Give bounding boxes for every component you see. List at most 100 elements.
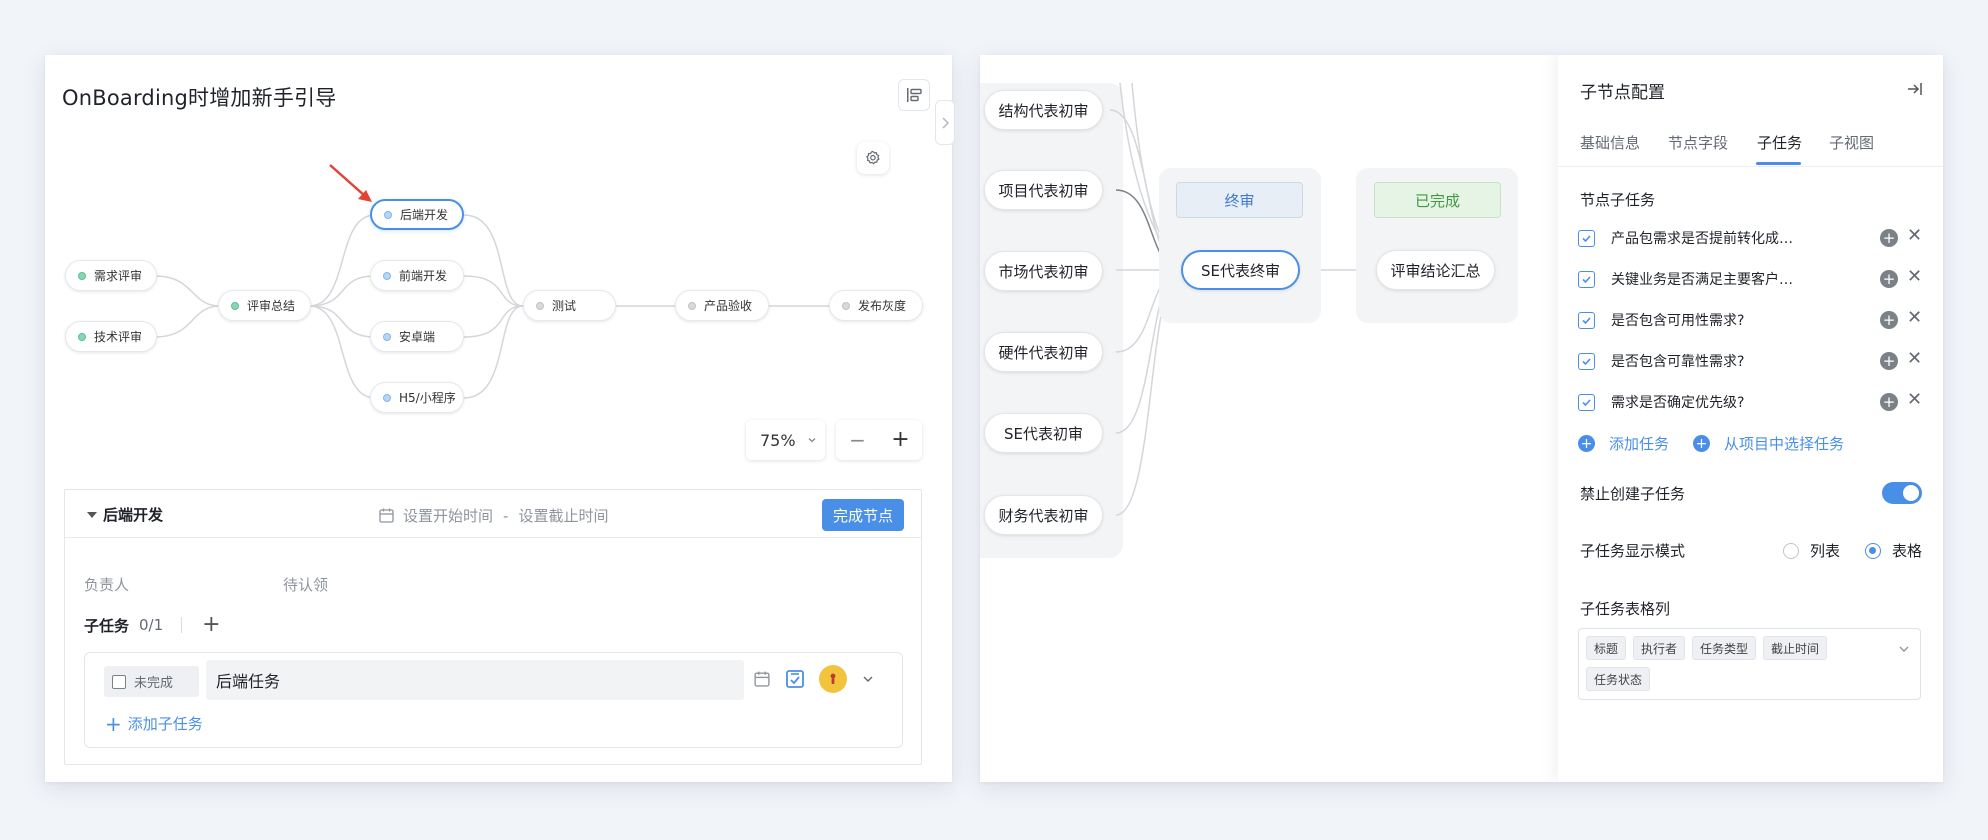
final-review-node[interactable]: SE代表终审 [1181, 250, 1300, 290]
add-below-button[interactable]: + [1880, 229, 1898, 247]
remove-task-button[interactable]: ✕ [1907, 227, 1922, 245]
tab-basic-info[interactable]: 基础信息 [1580, 132, 1640, 153]
task-title: 产品包需求是否提前转化成了设计需求 [1611, 231, 1804, 247]
calendar-icon [379, 508, 394, 523]
radio-list-label[interactable]: 列表 [1810, 540, 1840, 561]
subtask-actions [753, 665, 889, 693]
complete-node-button[interactable]: 完成节点 [822, 499, 904, 531]
reviewer-node-finance[interactable]: 财务代表初审 [984, 495, 1103, 535]
chevron-down-icon [1899, 646, 1909, 652]
node-detail-panel: 后端开发 设置开始时间 - 设置截止时间 完成节点 负责人 待认领 子任务 0/… [64, 489, 922, 765]
summary-node[interactable]: 评审结论汇总 [1376, 250, 1495, 290]
avatar[interactable] [819, 665, 847, 693]
close-drawer-button[interactable] [1903, 77, 1927, 101]
zoom-controls: − + [836, 420, 922, 460]
remove-task-button[interactable]: ✕ [1907, 350, 1922, 368]
remove-task-button[interactable]: ✕ [1907, 391, 1922, 409]
subtask-label: 子任务 [84, 616, 130, 635]
flow-node-backend[interactable]: 后端开发 [370, 199, 464, 230]
zoom-select[interactable]: 75% [746, 420, 825, 460]
table-columns-select[interactable]: 标题 执行者 任务类型 截止时间 任务状态 [1578, 628, 1921, 700]
flow-node-release[interactable]: 发布灰度 [829, 290, 923, 321]
task-title: 是否包含可用性需求? [1611, 313, 1745, 329]
flow-node-android[interactable]: 安卓端 [370, 321, 464, 352]
subtask-count: 0/1 [139, 616, 164, 634]
add-below-button[interactable]: + [1880, 393, 1898, 411]
radio-list[interactable] [1783, 542, 1799, 559]
stage-done-label: 已完成 [1374, 182, 1501, 218]
date-range-picker[interactable]: 设置开始时间 - 设置截止时间 [378, 505, 608, 526]
divider [181, 617, 183, 633]
add-task-link[interactable]: 添加任务 [1609, 433, 1669, 454]
node-label: 安卓端 [399, 330, 436, 344]
flow-node-product-accept[interactable]: 产品验收 [675, 290, 769, 321]
status-dot [383, 332, 391, 341]
plus-circle-icon: + [1693, 435, 1711, 452]
review-flow-panel: 结构代表初审 项目代表初审 市场代表初审 硬件代表初审 SE代表初审 财务代表初… [980, 55, 1943, 782]
flow-node-test[interactable]: 测试 [523, 290, 616, 321]
config-title: 子节点配置 [1580, 83, 1665, 103]
config-task-row: 关键业务是否满足主要客户提出的需求 + ✕ [1578, 265, 1923, 293]
reviewer-node-project[interactable]: 项目代表初审 [984, 170, 1103, 210]
node-detail-header: 后端开发 设置开始时间 - 设置截止时间 完成节点 [65, 490, 921, 538]
task-type-icon[interactable] [785, 669, 805, 689]
flow-node-frontend[interactable]: 前端开发 [370, 260, 464, 291]
calendar-icon[interactable] [753, 670, 771, 688]
reviewer-node-hardware[interactable]: 硬件代表初审 [984, 332, 1103, 372]
column-tag: 任务状态 [1586, 667, 1651, 691]
task-title: 需求是否确定优先级? [1611, 395, 1745, 411]
owner-value[interactable]: 待认领 [283, 574, 328, 595]
add-subtask-icon-button[interactable]: + [202, 614, 220, 636]
radio-table[interactable] [1865, 542, 1882, 559]
flow-node-review-summary[interactable]: 评审总结 [218, 290, 311, 321]
column-tag: 执行者 [1633, 636, 1686, 660]
tab-node-fields[interactable]: 节点字段 [1668, 132, 1728, 153]
add-below-button[interactable]: + [1880, 270, 1898, 288]
collapse-right-icon [1908, 83, 1922, 95]
remove-task-button[interactable]: ✕ [1907, 268, 1922, 286]
zoom-out-button[interactable]: − [838, 430, 878, 450]
add-below-button[interactable]: + [1880, 352, 1898, 370]
node-label: 技术评审 [94, 330, 143, 344]
workflow-editor-panel: OnBoarding时增加新手引导 需求评审 技术评审 评审总结 后端开发 前端… [45, 55, 955, 782]
task-checkbox-icon [1578, 352, 1595, 370]
radio-table-label[interactable]: 表格 [1892, 540, 1922, 561]
config-tabs: 基础信息 节点字段 子任务 子视图 [1558, 115, 1943, 167]
node-label: 评审总结 [247, 299, 296, 313]
status-dot [78, 332, 86, 341]
flow-node-tech-review[interactable]: 技术评审 [65, 321, 157, 352]
reviewer-node-structure[interactable]: 结构代表初审 [984, 90, 1103, 130]
status-dot [536, 301, 544, 310]
checkbox-icon [112, 674, 126, 689]
plus-circle-icon: + [1578, 435, 1595, 452]
red-arrow-annotation [329, 164, 372, 202]
task-title: 是否包含可靠性需求? [1611, 354, 1745, 370]
subtask-status-toggle[interactable]: 未完成 [104, 666, 199, 697]
node-detail-title[interactable]: 后端开发 [87, 504, 163, 525]
add-below-button[interactable]: + [1880, 311, 1898, 329]
flow-node-req-review[interactable]: 需求评审 [65, 260, 157, 291]
tab-subview[interactable]: 子视图 [1829, 132, 1874, 153]
display-mode-radio-group: 列表 表格 [1783, 540, 1922, 561]
add-subtask-label: 添加子任务 [127, 715, 203, 733]
status-dot [842, 301, 850, 310]
reviewer-node-se[interactable]: SE代表初审 [984, 413, 1103, 453]
forbid-create-toggle[interactable] [1882, 482, 1922, 504]
add-subtask-link[interactable]: + 添加子任务 [105, 713, 203, 734]
subtask-title-input[interactable]: 后端任务 [206, 660, 744, 700]
chevron-down-icon[interactable] [861, 672, 875, 686]
tab-subtasks[interactable]: 子任务 [1757, 132, 1802, 153]
chevron-down-icon [808, 438, 816, 443]
zoom-in-button[interactable]: + [881, 429, 921, 451]
status-dot [384, 210, 392, 219]
reviewer-node-market[interactable]: 市场代表初审 [984, 251, 1103, 291]
caret-down-icon [87, 511, 97, 518]
owner-label: 负责人 [84, 576, 130, 594]
active-tab-indicator [1756, 162, 1801, 165]
start-time-field[interactable]: 设置开始时间 [403, 505, 493, 526]
select-from-project-link[interactable]: 从项目中选择任务 [1724, 433, 1844, 454]
subtask-header: 子任务 0/1 + [84, 614, 221, 636]
end-time-field[interactable]: 设置截止时间 [518, 505, 608, 526]
remove-task-button[interactable]: ✕ [1907, 309, 1922, 327]
flow-node-h5[interactable]: H5/小程序 [370, 382, 464, 413]
